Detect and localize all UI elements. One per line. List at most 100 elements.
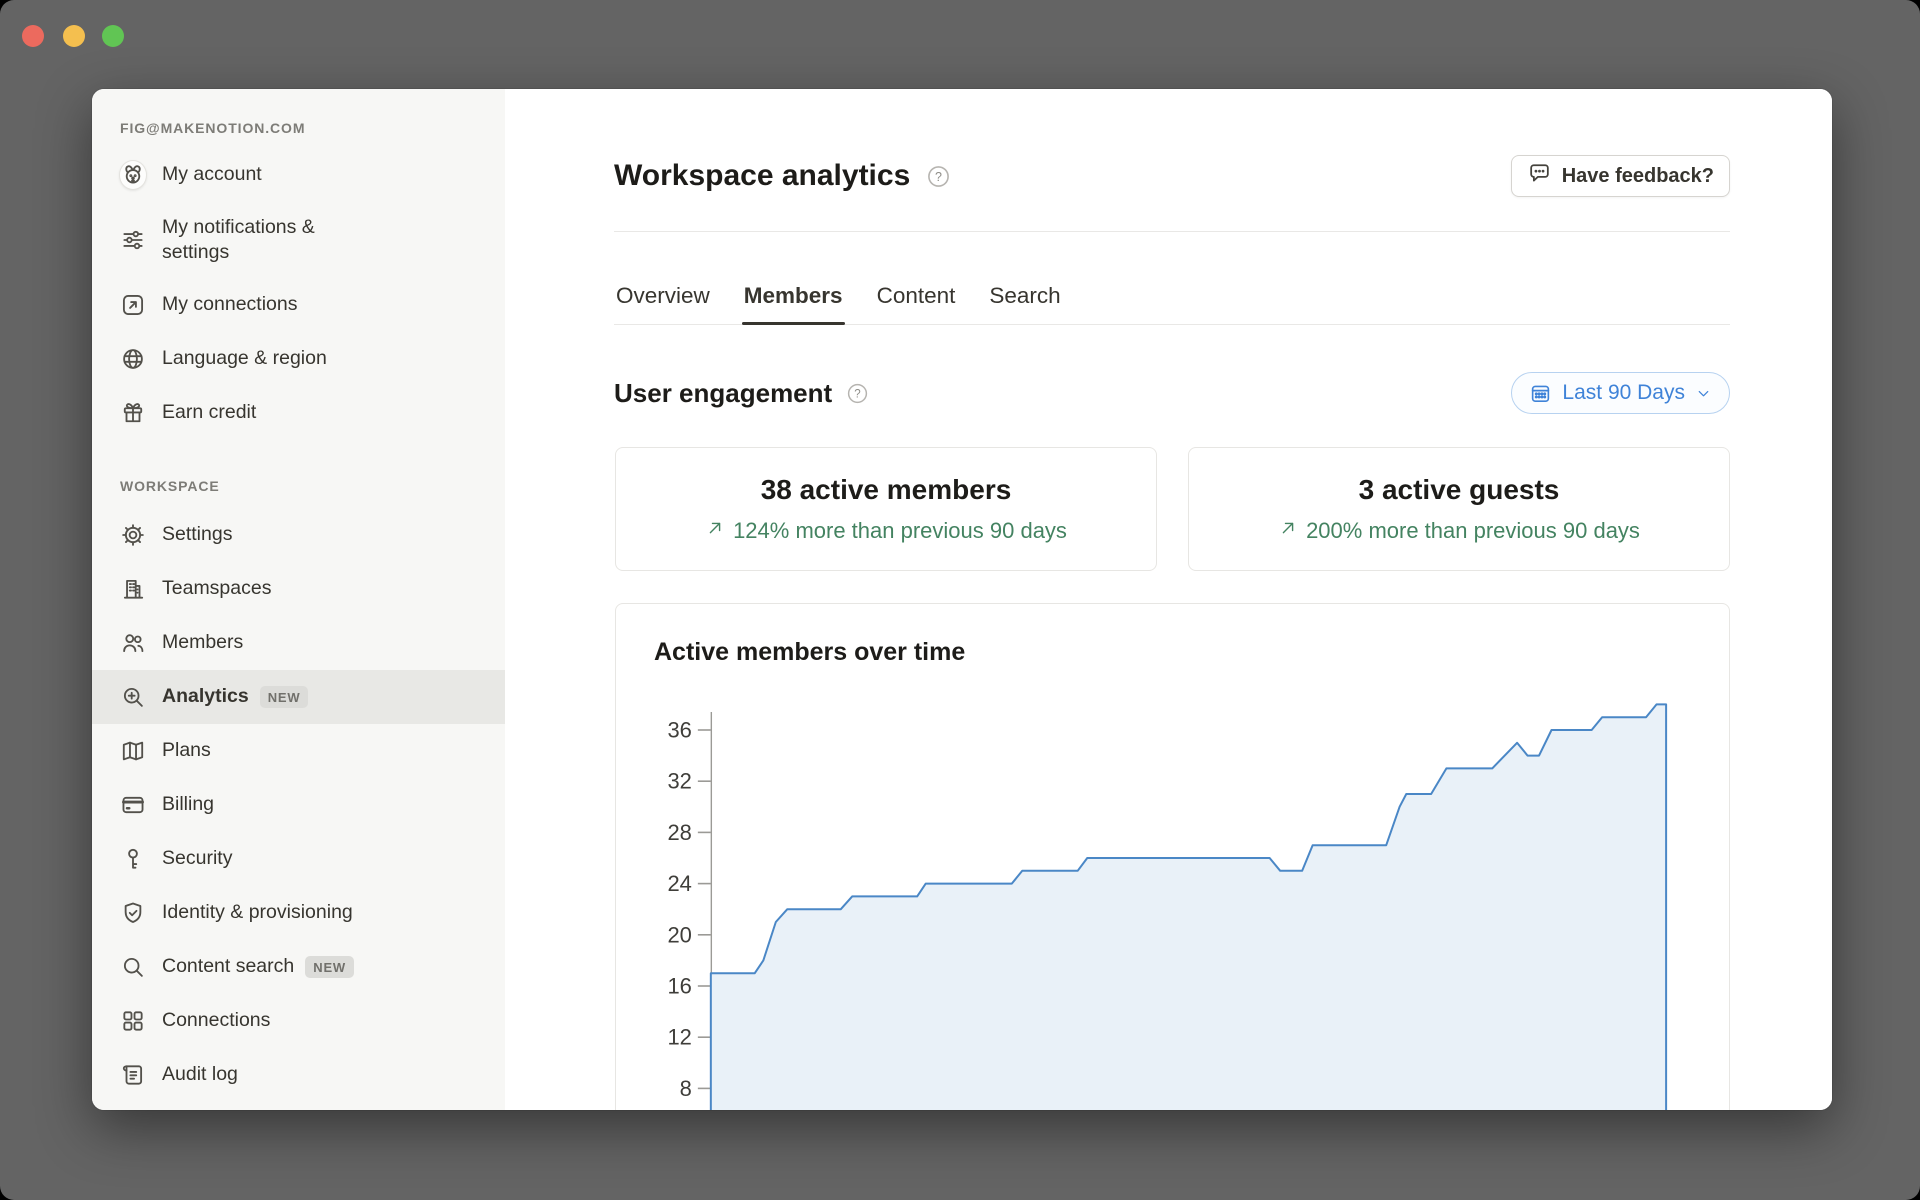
sliders-icon: [120, 227, 146, 253]
stat-delta: 124% more than previous 90 days: [705, 518, 1067, 544]
calendar-icon: [1529, 382, 1552, 405]
sidebar-item-label: Plans: [162, 739, 211, 762]
sidebar-item-label: My notifications & settings: [162, 215, 315, 263]
sidebar-item-label: Audit log: [162, 1063, 238, 1086]
traffic-light-close-button[interactable]: [22, 25, 44, 47]
credit-card-icon: [120, 792, 146, 818]
stat-value: 3 active guests: [1358, 474, 1560, 505]
new-badge: NEW: [305, 956, 354, 978]
y-tick-label-36: 36: [667, 717, 691, 742]
y-tick-label-16: 16: [667, 973, 691, 998]
desktop-background: FIG@MAKENOTION.COM My account My notifica…: [0, 0, 1920, 1200]
svg-text:?: ?: [854, 388, 860, 400]
sidebar-item-label: Teamspaces: [162, 577, 272, 600]
sidebar-workspace-section: Settings Teamspaces Members Analytics NEW Pla…: [92, 508, 505, 1102]
traffic-light-minimize-button[interactable]: [63, 25, 85, 47]
sidebar-item-label: Billing: [162, 793, 215, 816]
sidebar-item-content-search[interactable]: Content search NEW: [92, 940, 505, 994]
gear-icon: [120, 522, 146, 548]
trend-up-icon: [705, 518, 725, 544]
have-feedback-button[interactable]: Have feedback?: [1510, 155, 1730, 197]
gift-icon: [120, 400, 146, 426]
3-active-guests-card: 3 active guests 200% more than previous 9…: [1188, 447, 1730, 571]
sidebar-item-label: Security: [162, 847, 233, 870]
sidebar-item-label: My connections: [162, 293, 298, 316]
sidebar-item-analytics[interactable]: Analytics NEW: [92, 670, 505, 724]
chevron-down-icon: [1695, 385, 1712, 402]
user-engagement-title: User engagement: [614, 377, 833, 408]
stat-value: 38 active members: [760, 474, 1012, 505]
tab-overview[interactable]: Overview: [614, 283, 712, 324]
grid-icon: [120, 1008, 146, 1034]
account-avatar: [119, 160, 147, 190]
sidebar-item-connections[interactable]: Connections: [92, 994, 505, 1048]
date-range-button[interactable]: Last 90 Days: [1511, 372, 1730, 414]
tab-search[interactable]: Search: [987, 283, 1062, 324]
active-members-series-area: [709, 703, 1668, 1110]
page-title: Workspace analytics: [614, 159, 911, 192]
engagement-stat-cards: 38 active members 124% more than previous…: [615, 447, 1730, 571]
sidebar-item-my-connections[interactable]: My connections: [92, 278, 505, 332]
sidebar-item-label: Content search: [162, 955, 295, 978]
settings-sidebar: FIG@MAKENOTION.COM My account My notifica…: [92, 89, 505, 1110]
magnifier-icon: [120, 954, 146, 980]
sidebar-item-label: Connections: [162, 1009, 271, 1032]
sidebar-item-label: Identity & provisioning: [162, 901, 353, 924]
sidebar-account-section: My account My notifications & settings My …: [92, 148, 505, 440]
date-range-label: Last 90 Days: [1562, 381, 1685, 404]
user-engagement-help-icon[interactable]: ?: [845, 381, 870, 406]
stat-delta: 200% more than previous 90 days: [1278, 518, 1640, 544]
scroll-icon: [120, 1062, 146, 1088]
chart-title: Active members over time: [654, 638, 966, 666]
sidebar-item-language-region[interactable]: Language & region: [92, 332, 505, 386]
workspace-analytics-help-icon[interactable]: ?: [925, 163, 952, 190]
workspace-section-heading: WORKSPACE: [120, 478, 220, 494]
sidebar-item-settings[interactable]: Settings: [92, 508, 505, 562]
sidebar-item-plans[interactable]: Plans: [92, 724, 505, 778]
traffic-light-zoom-button[interactable]: [102, 25, 124, 47]
sidebar-item-label: Earn credit: [162, 401, 257, 424]
key-icon: [120, 846, 146, 872]
y-tick-label-20: 20: [667, 922, 691, 947]
tab-members[interactable]: Members: [741, 283, 845, 325]
active-members-area-chart: 8 12 16 20 24 28 32 36: [667, 703, 1668, 1110]
shield-check-icon: [120, 900, 146, 926]
y-tick-label-28: 28: [667, 820, 691, 845]
feedback-bubble-icon: [1527, 161, 1552, 192]
user-engagement-header: User engagement ? Last 90 Days: [614, 370, 1730, 416]
y-tick-label-32: 32: [667, 769, 691, 794]
sidebar-item-my-account[interactable]: My account: [92, 148, 505, 202]
page-header: Workspace analytics ? Have feedback?: [614, 153, 1730, 199]
y-tick-label-12: 12: [667, 1025, 691, 1050]
building-icon: [120, 576, 146, 602]
stat-delta-label: 200% more than previous 90 days: [1306, 518, 1640, 543]
sidebar-item-billing[interactable]: Billing: [92, 778, 505, 832]
settings-dialog: FIG@MAKENOTION.COM My account My notifica…: [92, 89, 1832, 1110]
tab-content[interactable]: Content: [875, 283, 958, 324]
sidebar-item-members[interactable]: Members: [92, 616, 505, 670]
feedback-button-label: Have feedback?: [1561, 164, 1714, 187]
sidebar-item-identity-provisioning[interactable]: Identity & provisioning: [92, 886, 505, 940]
sidebar-item-teamspaces[interactable]: Teamspaces: [92, 562, 505, 616]
sidebar-item-label: Members: [162, 631, 244, 654]
sidebar-item-label: Language & region: [162, 347, 327, 370]
sidebar-item-label: Analytics: [162, 685, 249, 708]
header-divider: [614, 231, 1730, 232]
38-active-members-card: 38 active members 124% more than previous…: [615, 447, 1157, 571]
sidebar-item-security[interactable]: Security: [92, 832, 505, 886]
arrow-up-right-box-icon: [120, 292, 146, 318]
y-tick-label-8: 8: [680, 1076, 692, 1101]
analytics-main-area: Workspace analytics ? Have feedback? Ove…: [505, 89, 1832, 1110]
sidebar-item-label: Settings: [162, 523, 233, 546]
active-members-chart-card: Active members over time 8 12 16 20 24 28 32 36: [615, 603, 1730, 1110]
sidebar-item-earn-credit[interactable]: Earn credit: [92, 386, 505, 440]
new-badge: NEW: [259, 686, 309, 708]
sidebar-item-label: My account: [162, 163, 262, 186]
people-icon: [120, 630, 146, 656]
stat-delta-label: 124% more than previous 90 days: [733, 518, 1067, 543]
account-email-heading: FIG@MAKENOTION.COM: [120, 120, 306, 136]
svg-text:?: ?: [935, 170, 942, 184]
sidebar-item-audit-log[interactable]: Audit log: [92, 1048, 505, 1102]
sidebar-item-my-notifications-settings[interactable]: My notifications & settings: [92, 202, 505, 278]
analytics-tab-bar: Overview Members Content Search: [614, 270, 1730, 325]
